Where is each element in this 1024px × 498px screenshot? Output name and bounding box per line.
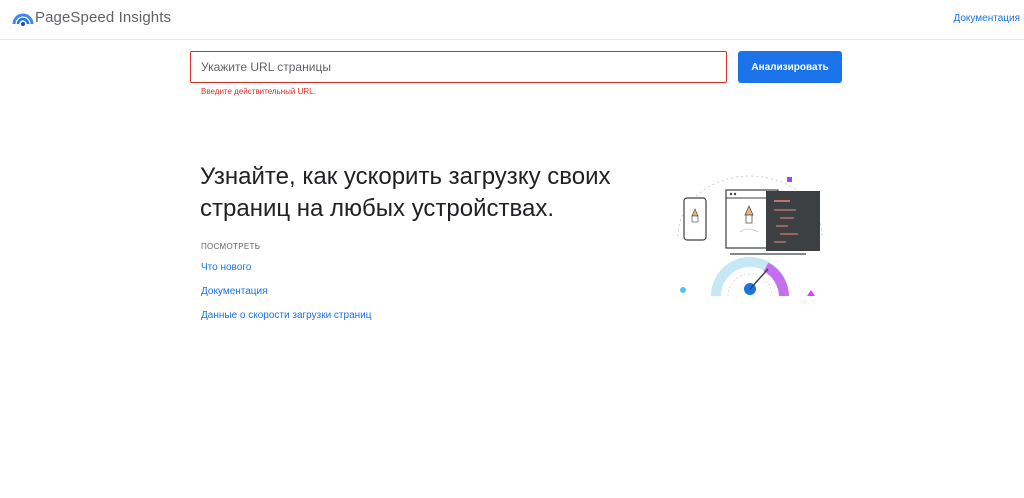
hero-headline: Узнайте, как ускорить загрузку своих стр… [200,163,611,222]
url-input[interactable] [190,51,727,83]
view-section-label: ПОСМОТРЕТЬ [201,242,261,251]
documentation-link[interactable]: Документация [953,13,1020,24]
speed-illustration [677,175,823,297]
page-speed-data-link[interactable]: Данные о скорости загрузки страниц [201,310,371,321]
documentation-section-link[interactable]: Документация [201,286,268,297]
top-bar: PageSpeed Insights Документация [0,0,1024,40]
speed-gauge-icon [711,257,789,297]
phone-icon [683,197,707,241]
analyze-button[interactable]: Анализировать [738,51,842,83]
pagespeed-logo-icon[interactable] [12,8,34,26]
dot-decoration-icon [680,287,686,293]
url-error-message: Введите действительный URL. [201,87,316,96]
app-title[interactable]: PageSpeed Insights [35,9,171,26]
code-panel-icon [766,191,820,251]
whats-new-link[interactable]: Что нового [201,262,251,273]
triangle-decoration-icon [807,290,815,296]
square-decoration-icon [787,177,792,182]
